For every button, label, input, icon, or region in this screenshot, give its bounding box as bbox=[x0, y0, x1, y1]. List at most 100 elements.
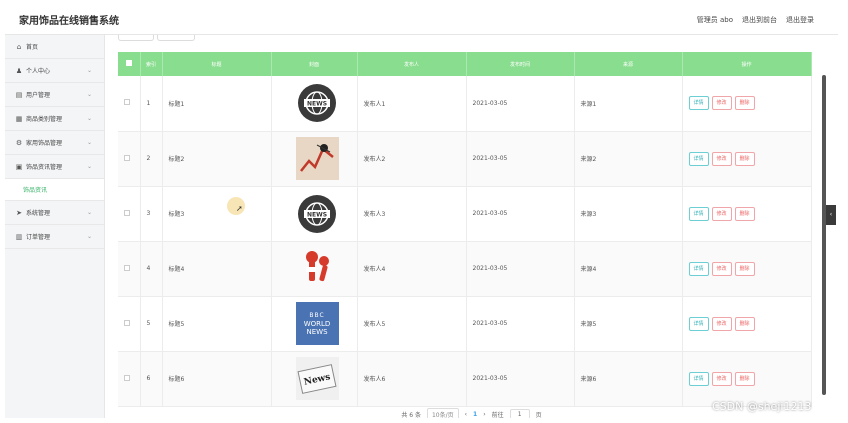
chevron-down-icon: ⌄ bbox=[86, 91, 92, 98]
goto-page-input[interactable]: 1 bbox=[509, 409, 530, 418]
toolbar-button-ghost[interactable] bbox=[157, 35, 195, 41]
home-icon: ⌂ bbox=[16, 42, 22, 51]
column-header-time[interactable]: 发布时间 bbox=[466, 52, 575, 76]
cell-time: 2021-03-05 bbox=[466, 296, 575, 352]
sidebar-item[interactable]: ▣ 饰品资讯管理 ⌄ bbox=[5, 155, 104, 179]
sidebar-item-label: 用户管理 bbox=[26, 92, 51, 99]
cell-index: 4 bbox=[140, 241, 163, 297]
cover-text: NEWS bbox=[307, 211, 327, 218]
logout-link[interactable]: 退出登录 bbox=[786, 15, 814, 25]
news-icon: ▣ bbox=[15, 162, 23, 171]
watermark: CSDN @sheji1213 bbox=[712, 400, 812, 413]
cell-cover: News bbox=[271, 351, 358, 407]
cell-source: 来源6 bbox=[574, 351, 683, 407]
delete-button[interactable]: 删除 bbox=[734, 316, 755, 331]
delete-button[interactable]: 删除 bbox=[734, 151, 755, 166]
detail-button[interactable]: 详情 bbox=[688, 371, 709, 386]
column-header-cover[interactable]: 封面 bbox=[271, 52, 358, 76]
column-header-title[interactable]: 标题 bbox=[162, 52, 272, 76]
cell-cover bbox=[271, 241, 358, 297]
detail-button[interactable]: 详情 bbox=[688, 151, 709, 166]
current-page[interactable]: 1 bbox=[473, 411, 477, 418]
back-to-front-link[interactable]: 退出到前台 bbox=[742, 15, 777, 25]
detail-button[interactable]: 详情 bbox=[688, 261, 709, 276]
admin-label: 管理员 abo bbox=[696, 15, 733, 24]
cover-image: BBC WORLD NEWS bbox=[295, 302, 339, 345]
sidebar-item[interactable]: ▥ 订单管理 ⌄ bbox=[5, 225, 104, 249]
table-row: 2 标题2 发布人2 2021-03-05 来源2 详情 修改 删除 bbox=[118, 131, 812, 187]
edit-button[interactable]: 修改 bbox=[711, 96, 732, 111]
sidebar-subitem-news[interactable]: 饰品资讯 bbox=[5, 179, 104, 201]
cell-time: 2021-03-05 bbox=[466, 186, 575, 242]
cell-publisher: 发布人3 bbox=[357, 186, 467, 242]
sidebar-item[interactable]: ⚙ 家用饰品管理 ⌄ bbox=[5, 131, 104, 155]
cover-image bbox=[295, 137, 339, 180]
cell-publisher: 发布人2 bbox=[357, 131, 467, 187]
pagination-total: 共 6 条 bbox=[401, 412, 421, 418]
chevron-down-icon: ⌄ bbox=[86, 67, 92, 74]
cell-cover bbox=[271, 131, 358, 187]
chevron-down-icon: ⌄ bbox=[86, 209, 92, 216]
table-row: 5 标题5 BBC WORLD NEWS 发布人5 2021-03-05 来源5 详情 修改 删除 bbox=[118, 296, 812, 352]
cell-time: 2021-03-05 bbox=[466, 131, 575, 187]
sidebar: ⌂ 首页 ♟ 个人中心 ⌄ ▤ 用户管理 ⌄ ▦ 商品类别管理 ⌄ ⚙ 家用饰品管理 ⌄ ▣ 饰品资讯管理 ⌄ 饰… bbox=[5, 35, 105, 418]
page-size-select[interactable]: 10条/页 bbox=[426, 408, 459, 418]
cell-actions: 详情 修改 删除 bbox=[682, 186, 812, 242]
row-checkbox[interactable] bbox=[118, 241, 141, 297]
edit-button[interactable]: 修改 bbox=[711, 261, 732, 276]
cell-source: 来源3 bbox=[574, 186, 683, 242]
column-header-index[interactable]: 索引 bbox=[140, 52, 163, 76]
table-row: 6 标题6 News 发布人6 2021-03-05 来源6 详情 修改 删除 bbox=[118, 351, 812, 407]
delete-button[interactable]: 删除 bbox=[734, 371, 755, 386]
delete-button[interactable]: 删除 bbox=[734, 206, 755, 221]
delete-button[interactable]: 删除 bbox=[734, 96, 755, 111]
table-header-row: 索引 标题 封面 发布人 发布时间 来源 操作 bbox=[118, 52, 812, 76]
sidebar-item[interactable]: ➤ 系统管理 ⌄ bbox=[5, 201, 104, 225]
page-scrollbar[interactable] bbox=[822, 75, 826, 395]
top-bar: 家用饰品在线销售系统 管理员 abo 退出到前台 退出登录 bbox=[5, 5, 838, 35]
cell-publisher: 发布人1 bbox=[357, 76, 467, 132]
row-checkbox[interactable] bbox=[118, 131, 141, 187]
column-header-source[interactable]: 来源 bbox=[574, 52, 683, 76]
cell-index: 3 bbox=[140, 186, 163, 242]
sidebar-item[interactable]: ▦ 商品类别管理 ⌄ bbox=[5, 107, 104, 131]
column-header-publisher[interactable]: 发布人 bbox=[357, 52, 467, 76]
row-checkbox[interactable] bbox=[118, 186, 141, 242]
sidebar-item[interactable]: ♟ 个人中心 ⌄ bbox=[5, 59, 104, 83]
row-checkbox[interactable] bbox=[118, 76, 141, 132]
sidebar-item[interactable]: ⌂ 首页 bbox=[5, 35, 104, 59]
sidebar-item-label: 系统管理 bbox=[26, 210, 51, 217]
chevron-down-icon: ⌄ bbox=[86, 139, 92, 146]
cell-time: 2021-03-05 bbox=[466, 241, 575, 297]
cell-actions: 详情 修改 删除 bbox=[682, 131, 812, 187]
edit-button[interactable]: 修改 bbox=[711, 316, 732, 331]
column-header-actions: 操作 bbox=[682, 52, 812, 76]
edit-button[interactable]: 修改 bbox=[711, 151, 732, 166]
cover-text: WORLD bbox=[303, 319, 331, 328]
sidebar-item-label: 订单管理 bbox=[26, 234, 51, 241]
edit-button[interactable]: 修改 bbox=[711, 206, 732, 221]
detail-button[interactable]: 详情 bbox=[688, 206, 709, 221]
toolbar-button-ghost[interactable] bbox=[118, 35, 154, 41]
cell-actions: 详情 修改 删除 bbox=[682, 76, 812, 132]
cell-actions: 详情 修改 删除 bbox=[682, 351, 812, 407]
detail-button[interactable]: 详情 bbox=[688, 316, 709, 331]
cover-text: BBC bbox=[309, 311, 325, 319]
prev-page-button[interactable]: ‹ bbox=[465, 411, 467, 418]
category-icon: ▦ bbox=[15, 114, 23, 123]
next-page-button[interactable]: › bbox=[483, 411, 485, 418]
row-checkbox[interactable] bbox=[118, 296, 141, 352]
cell-time: 2021-03-05 bbox=[466, 76, 575, 132]
delete-button[interactable]: 删除 bbox=[734, 261, 755, 276]
table-row: 1 标题1 NEWS 发布人1 2021-03-05 来源1 详情 修改 删除 bbox=[118, 76, 812, 132]
mouse-cursor-icon: ➚ bbox=[236, 204, 243, 213]
sidebar-item-label: 家用饰品管理 bbox=[26, 140, 63, 147]
collapse-handle[interactable]: ‹ bbox=[826, 205, 836, 225]
edit-button[interactable]: 修改 bbox=[711, 371, 732, 386]
select-all-checkbox[interactable] bbox=[118, 52, 141, 76]
detail-button[interactable]: 详情 bbox=[688, 96, 709, 111]
cell-index: 6 bbox=[140, 351, 163, 407]
cell-index: 2 bbox=[140, 131, 163, 187]
row-checkbox[interactable] bbox=[118, 351, 141, 407]
sidebar-item[interactable]: ▤ 用户管理 ⌄ bbox=[5, 83, 104, 107]
